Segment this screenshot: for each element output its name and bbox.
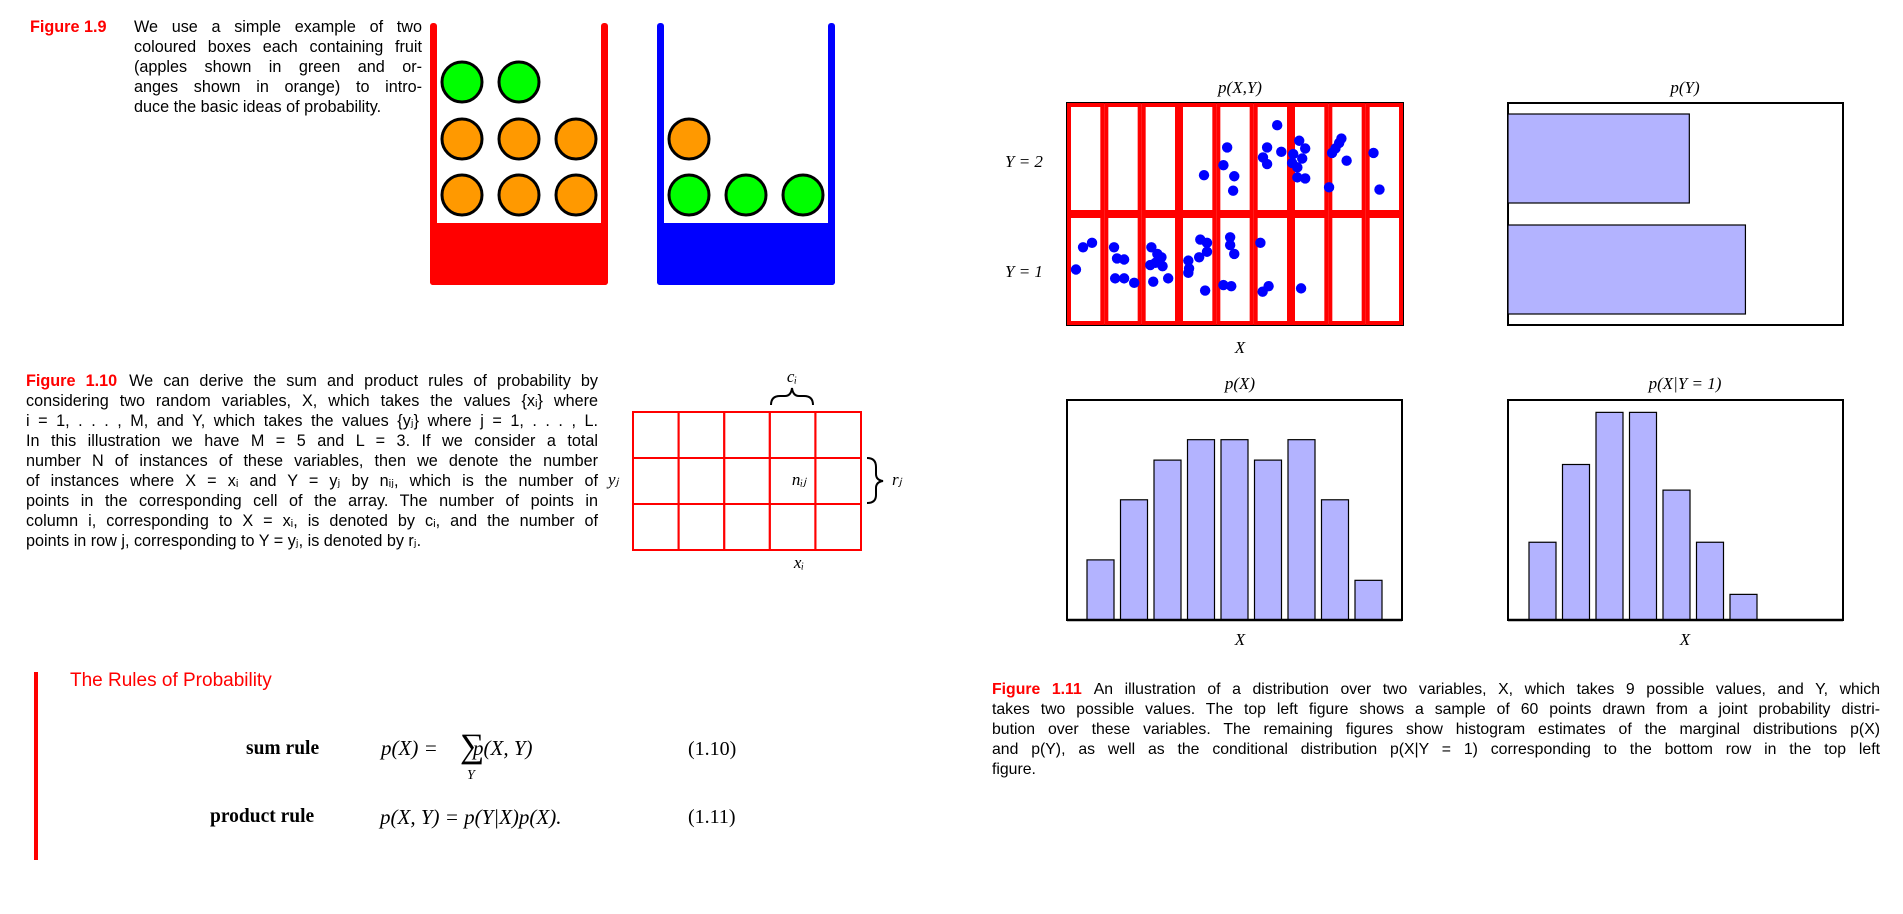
- caption-line: takes two possible values. The top left …: [992, 701, 1880, 718]
- data-point: [1148, 276, 1159, 287]
- sum-lhs: p(X) =: [381, 736, 443, 760]
- figure-1-11-charts: p(X,Y) Y = 2 Y = 1 X p(Y) p(X) X p(X|Y =…: [1005, 78, 1844, 649]
- data-point: [1341, 155, 1352, 166]
- product-rule-equation: p(X, Y) = p(Y|X)p(X).: [380, 805, 562, 829]
- bar: [1507, 224, 1747, 315]
- data-point: [1108, 242, 1120, 253]
- pxy-chart-title: p(X|Y = 1): [1648, 374, 1722, 393]
- data-point: [1224, 239, 1236, 251]
- bar: [1287, 439, 1316, 621]
- data-point: [1226, 280, 1237, 292]
- bar: [1695, 541, 1725, 621]
- joint-chart-title: p(X,Y): [1217, 78, 1262, 97]
- bar: [1320, 499, 1350, 621]
- data-point: [1263, 280, 1274, 292]
- sigma-symbol: ∑: [460, 728, 485, 765]
- data-point: [1299, 173, 1311, 184]
- caption-line: figure.: [992, 761, 1036, 778]
- data-point: [1292, 162, 1303, 173]
- figure-1-11-caption: Figure 1.11 An illustration of a distribu…: [992, 680, 1880, 780]
- joint-x-axis-label: X: [1234, 338, 1246, 357]
- data-point: [1162, 273, 1174, 284]
- caption-line: bution over these variables. The remaini…: [992, 721, 1880, 738]
- figure-1-11-label: Figure 1.11: [992, 681, 1082, 698]
- sum-rule-equation: p(X) = ∑ Yp(X, Y): [381, 728, 533, 783]
- bar: [1595, 411, 1624, 621]
- data-point: [1299, 143, 1311, 154]
- joint-ytick-label: Y = 1: [1005, 262, 1043, 281]
- equation-number-1-10: (1.10): [688, 738, 737, 760]
- joint-ytick-label: Y = 2: [1005, 152, 1043, 171]
- data-point: [1297, 153, 1308, 164]
- bar: [1628, 411, 1658, 621]
- data-point: [1255, 237, 1266, 249]
- data-point: [1118, 273, 1130, 284]
- data-point: [1199, 285, 1211, 296]
- data-point: [1201, 237, 1213, 249]
- px-x-axis-label: X: [1234, 630, 1246, 649]
- data-point: [1261, 142, 1273, 153]
- data-point: [1288, 148, 1299, 160]
- data-point: [1221, 142, 1233, 153]
- sum-subscript: Y: [467, 768, 475, 783]
- py-chart-title: p(Y): [1669, 78, 1700, 97]
- py-bar-chart: [1507, 102, 1844, 326]
- data-point: [1271, 120, 1283, 131]
- data-point: [1118, 254, 1130, 265]
- caption-text: An illustration of a distribution over t…: [1093, 681, 1880, 698]
- data-point: [1109, 273, 1121, 284]
- data-point: [1218, 159, 1229, 171]
- data-point: [1077, 242, 1089, 253]
- data-point: [1368, 147, 1379, 159]
- data-point: [1183, 267, 1194, 279]
- caption-line: and p(Y), as well as the conditional dis…: [992, 741, 1880, 758]
- bar: [1220, 439, 1249, 621]
- pxy-x-axis-label: X: [1679, 630, 1691, 649]
- caption-line: Figure 1.11 An illustration of a distribu…: [992, 680, 1880, 700]
- px-chart-title: p(X): [1224, 374, 1256, 393]
- data-point: [1374, 184, 1385, 195]
- data-point: [1070, 264, 1082, 275]
- product-rule-label: product rule: [210, 806, 315, 827]
- bar: [1507, 113, 1690, 204]
- data-point: [1157, 260, 1168, 272]
- equation-number-1-11: (1.11): [688, 806, 736, 828]
- bar: [1253, 459, 1283, 621]
- bar: [1662, 489, 1691, 621]
- data-point: [1326, 147, 1338, 159]
- bar: [1561, 463, 1591, 621]
- pxy-bar-chart: [1507, 399, 1844, 622]
- data-point: [1086, 237, 1098, 249]
- bar: [1119, 499, 1149, 621]
- data-point: [1198, 169, 1210, 181]
- data-point: [1227, 185, 1239, 196]
- data-point: [1295, 283, 1307, 294]
- joint-scatter-plot: [1066, 102, 1404, 326]
- bar: [1153, 459, 1182, 621]
- data-point: [1129, 277, 1140, 289]
- data-point: [1229, 171, 1240, 182]
- rules-title: The Rules of Probability: [70, 670, 272, 691]
- data-point: [1323, 182, 1335, 193]
- bar: [1528, 541, 1557, 621]
- data-point: [1276, 146, 1287, 158]
- bar: [1086, 559, 1115, 621]
- px-bar-chart: [1066, 399, 1403, 622]
- rules-accent-bar: [34, 672, 38, 860]
- bar: [1354, 579, 1383, 621]
- bar: [1186, 439, 1216, 621]
- data-point: [1229, 248, 1240, 260]
- data-point: [1201, 246, 1213, 257]
- bar: [1729, 593, 1758, 621]
- sum-rule-label: sum rule: [246, 738, 320, 759]
- data-point: [1261, 158, 1273, 170]
